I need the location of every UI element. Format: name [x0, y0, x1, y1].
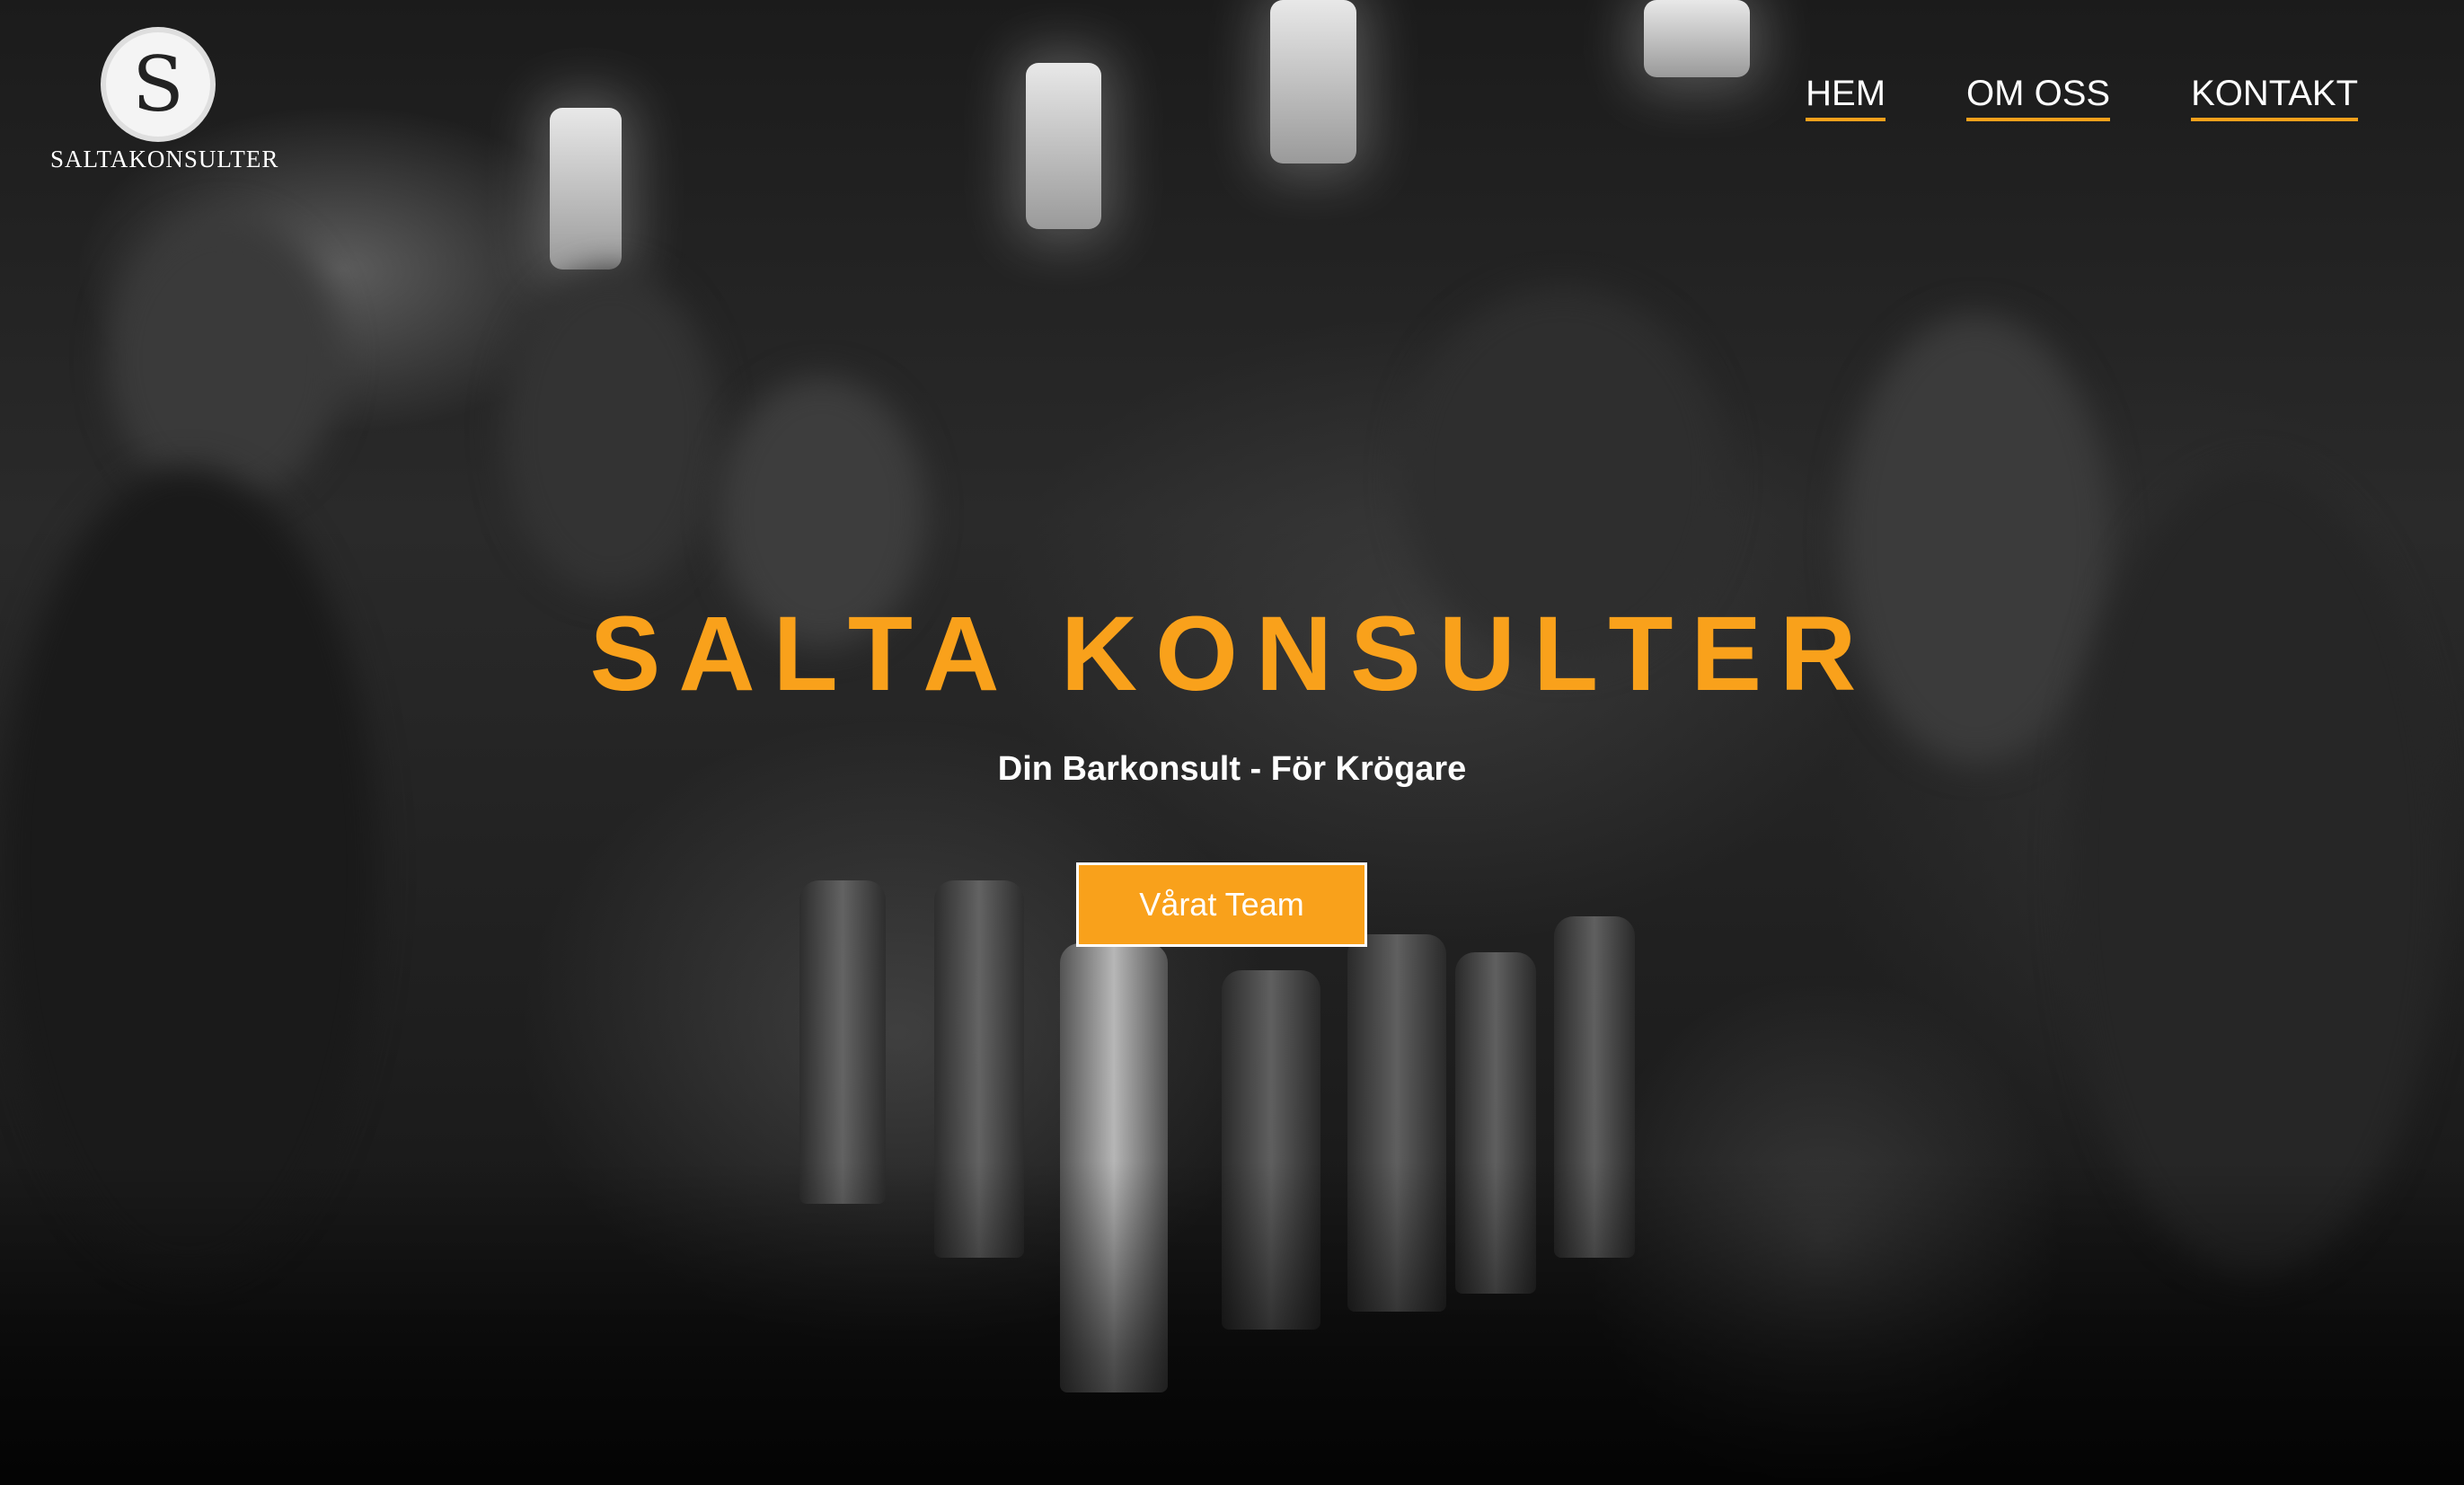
hero-title: SALTA KONSULTER	[589, 595, 1875, 713]
our-team-button[interactable]: Vårat Team	[1076, 862, 1367, 947]
main-nav: HEM OM OSS KONTAKT	[1806, 74, 2358, 121]
hero-subtitle: Din Barkonsult - För Krögare	[997, 750, 1467, 788]
nav-item-kontakt[interactable]: KONTAKT	[2191, 74, 2358, 121]
logo-text: SALTAKONSULTER	[50, 146, 279, 172]
hero-section: S SALTAKONSULTER HEM OM OSS KONTAKT SALT…	[0, 0, 2464, 1485]
logo-badge-icon: S	[106, 32, 210, 137]
logo[interactable]: S SALTAKONSULTER	[50, 32, 279, 173]
nav-item-hem[interactable]: HEM	[1806, 74, 1886, 121]
logo-letter: S	[132, 40, 184, 128]
nav-item-om-oss[interactable]: OM OSS	[1966, 74, 2111, 121]
